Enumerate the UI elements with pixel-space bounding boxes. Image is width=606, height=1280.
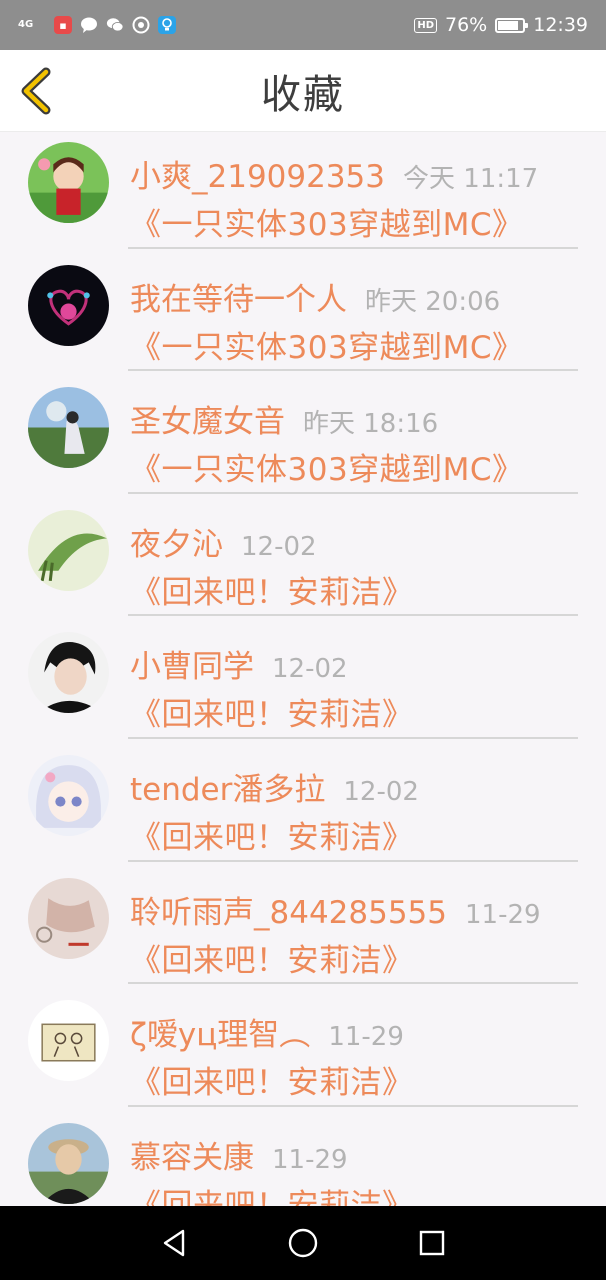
divider xyxy=(128,736,578,739)
hd-badge: HD xyxy=(414,17,437,33)
battery-percent: 76% xyxy=(445,14,488,36)
list-item[interactable]: 聆听雨声_844285555 11-29 《回来吧！安莉洁》 xyxy=(0,869,606,992)
timestamp: 今天 11:17 xyxy=(403,164,539,194)
list-item[interactable]: ζ嗳yц理智︵ 11-29 《回来吧！安莉洁》 xyxy=(0,991,606,1114)
list-item[interactable]: 我在等待一个人 昨天 20:06 《一只实体303穿越到MC》 xyxy=(0,256,606,379)
back-button[interactable] xyxy=(16,66,56,116)
network-indicator: 4G xyxy=(18,19,34,30)
avatar[interactable] xyxy=(28,387,109,469)
book-title[interactable]: 《回来吧！安莉洁》 xyxy=(130,567,414,612)
app-notification-icon: ▪ xyxy=(54,16,72,34)
favorites-list[interactable]: 小爽_219092353 今天 11:17 《一只实体303穿越到MC》 我在等… xyxy=(0,133,606,1206)
book-title[interactable]: 《回来吧！安莉洁》 xyxy=(130,812,414,857)
status-right: HD 76% 12:39 xyxy=(414,14,588,36)
message-icon xyxy=(80,16,98,34)
user-name: 我在等待一个人 xyxy=(130,281,347,318)
timestamp: 12-02 xyxy=(272,654,348,685)
divider xyxy=(128,491,578,494)
user-name: 聆听雨声_844285555 xyxy=(130,894,448,931)
list-item[interactable]: 慕容关康 11-29 《回来吧！安莉洁》 xyxy=(0,1114,606,1206)
app-header: 收藏 xyxy=(0,50,606,132)
wechat-icon xyxy=(106,16,124,34)
divider xyxy=(128,1104,578,1107)
user-name: 小曹同学 xyxy=(130,649,254,686)
timestamp: 12-02 xyxy=(241,531,317,562)
timestamp: 昨天 18:16 xyxy=(303,409,439,440)
recents-square-icon xyxy=(419,1230,444,1256)
book-title[interactable]: 《回来吧！安莉洁》 xyxy=(130,689,414,734)
system-nav-bar xyxy=(0,1206,606,1280)
home-circle-icon xyxy=(288,1228,318,1258)
list-item[interactable]: 圣女魔女音 昨天 18:16 《一只实体303穿越到MC》 xyxy=(0,378,606,501)
avatar[interactable] xyxy=(28,509,109,591)
nav-recents-button[interactable] xyxy=(412,1223,452,1263)
avatar[interactable] xyxy=(28,754,109,836)
user-name: 慕容关康 xyxy=(130,1139,254,1176)
camera-app-icon xyxy=(132,16,150,34)
list-item[interactable]: tender潘多拉 12-02 《回来吧！安莉洁》 xyxy=(0,746,606,869)
clock: 12:39 xyxy=(533,14,588,36)
list-item[interactable]: 小爽_219092353 今天 11:17 《一只实体303穿越到MC》 xyxy=(0,133,606,256)
timestamp: 11-29 xyxy=(328,1022,404,1053)
avatar[interactable] xyxy=(28,632,109,714)
divider xyxy=(128,369,578,372)
user-name: tender潘多拉 xyxy=(130,771,326,808)
user-name: 圣女魔女音 xyxy=(130,404,285,441)
nav-home-button[interactable] xyxy=(283,1223,323,1263)
avatar[interactable] xyxy=(28,264,109,346)
list-item[interactable]: 夜夕沁 12-02 《回来吧！安莉洁》 xyxy=(0,501,606,624)
user-name: 夜夕沁 xyxy=(130,526,223,563)
avatar[interactable] xyxy=(28,1000,109,1082)
divider xyxy=(128,246,578,249)
battery-icon xyxy=(495,17,529,33)
user-name: ζ嗳yц理智︵ xyxy=(130,1017,311,1054)
timestamp: 12-02 xyxy=(343,776,419,807)
list-item[interactable]: 小曹同学 12-02 《回来吧！安莉洁》 xyxy=(0,623,606,746)
divider xyxy=(128,614,578,617)
status-left: 4G ▪ xyxy=(18,16,176,34)
book-title[interactable]: 《回来吧！安莉洁》 xyxy=(130,1180,414,1206)
divider xyxy=(128,982,578,985)
back-triangle-icon xyxy=(164,1229,185,1257)
book-title[interactable]: 《一只实体303穿越到MC》 xyxy=(130,199,524,244)
avatar[interactable] xyxy=(28,1122,109,1204)
divider xyxy=(128,859,578,862)
book-title[interactable]: 《一只实体303穿越到MC》 xyxy=(130,444,524,489)
nav-back-button[interactable] xyxy=(154,1223,194,1263)
avatar[interactable] xyxy=(28,877,109,959)
timestamp: 11-29 xyxy=(272,1144,348,1175)
timestamp: 11-29 xyxy=(465,899,541,930)
bulb-icon xyxy=(158,16,176,34)
avatar[interactable] xyxy=(28,142,109,223)
book-title[interactable]: 《回来吧！安莉洁》 xyxy=(130,935,414,980)
book-title[interactable]: 《回来吧！安莉洁》 xyxy=(130,1057,414,1102)
page-title: 收藏 xyxy=(261,71,345,118)
timestamp: 昨天 20:06 xyxy=(365,286,501,317)
book-title[interactable]: 《一只实体303穿越到MC》 xyxy=(130,322,524,367)
status-bar: 4G ▪ HD 76% 12:39 xyxy=(0,0,606,50)
user-name: 小爽_219092353 xyxy=(130,159,386,195)
chevron-left-icon xyxy=(21,67,51,115)
